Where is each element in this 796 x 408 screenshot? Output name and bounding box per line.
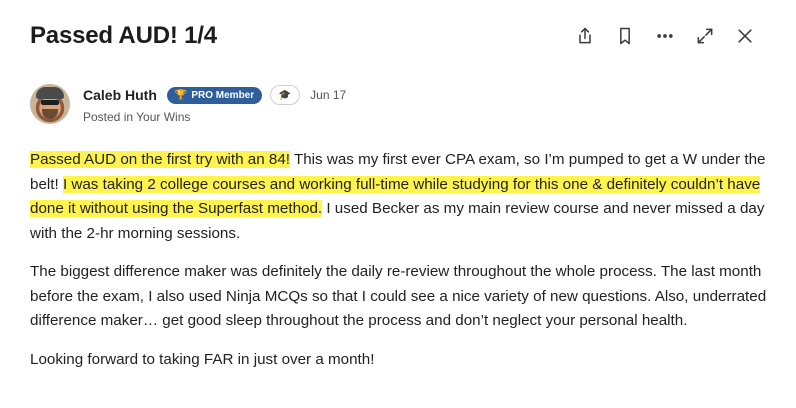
post-actions <box>572 23 758 49</box>
trophy-icon: 🏆 <box>174 89 188 101</box>
expand-icon[interactable] <box>692 23 718 49</box>
post-author: Caleb Huth 🏆 PRO Member 🎓 Jun 17 Posted … <box>30 84 346 128</box>
post-header: Passed AUD! 1/4 <box>30 18 766 54</box>
author-name[interactable]: Caleb Huth <box>83 87 157 103</box>
close-icon[interactable] <box>732 23 758 49</box>
post-date: Jun 17 <box>310 88 347 102</box>
author-name-row: Caleb Huth 🏆 PRO Member 🎓 Jun 17 <box>83 84 346 106</box>
post-paragraph: Looking forward to taking FAR in just ov… <box>30 350 375 368</box>
post-paragraph: The biggest difference maker was definit… <box>30 263 767 329</box>
post-paragraph: Passed AUD on the first try with an 84! … <box>30 148 770 246</box>
pro-member-badge: 🏆 PRO Member <box>166 86 263 104</box>
posted-in-category[interactable]: Posted in Your Wins <box>83 110 346 124</box>
post-body: Passed AUD on the first try with an 84! … <box>30 148 770 386</box>
avatar[interactable] <box>30 84 70 124</box>
bookmark-icon[interactable] <box>612 23 638 49</box>
badge-label: PRO Member <box>191 89 255 101</box>
graduation-cap-icon: 🎓 <box>270 85 301 105</box>
more-icon[interactable] <box>652 23 678 49</box>
share-icon[interactable] <box>572 23 598 49</box>
author-info: Caleb Huth 🏆 PRO Member 🎓 Jun 17 Posted … <box>83 84 346 124</box>
post-title: Passed AUD! 1/4 <box>30 22 217 49</box>
highlighted-text: Passed AUD on the first try with an 84! <box>30 151 290 168</box>
